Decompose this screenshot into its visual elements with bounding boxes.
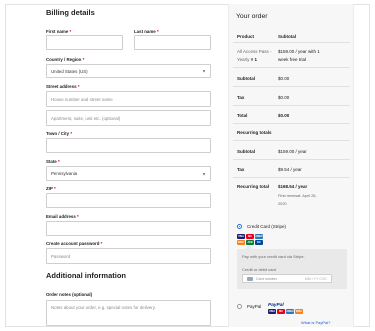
recurring-subtotal-value: $159.00 / year: [278, 149, 307, 154]
street-placeholder: House number and street name: [51, 96, 113, 102]
email-label: Email address *: [46, 214, 79, 219]
paypal-card-visa-icon: VISA: [268, 309, 276, 314]
subtotal-column-header: Subtotal: [278, 34, 296, 39]
recurring-tax-value: $9.54 / year: [278, 167, 302, 172]
card-number-placeholder: Card number: [256, 276, 277, 281]
paypal-card-disc-icon: DISC: [295, 309, 303, 314]
state-select[interactable]: Pennsylvania ▼: [46, 166, 211, 181]
last-name-label: Last name *: [134, 29, 159, 34]
divider: [233, 123, 350, 124]
city-field[interactable]: [46, 138, 211, 153]
recurring-total-value: $168.54 / year: [278, 184, 308, 189]
divider: [233, 67, 350, 68]
item-name: Yearly × 1: [237, 57, 257, 62]
order-notes-label: Order notes (optional): [46, 292, 93, 297]
paypal-label[interactable]: PayPal: [247, 304, 261, 309]
card-brand-disc-icon: DISC: [237, 240, 245, 245]
divider: [233, 140, 350, 141]
zip-field[interactable]: [46, 193, 211, 208]
what-is-paypal-link[interactable]: What is PayPal?: [301, 320, 330, 325]
divider: [233, 86, 350, 87]
divider: [233, 177, 350, 178]
city-label: Town / City *: [46, 131, 73, 136]
total-label: Total: [237, 113, 248, 118]
order-heading: Your order: [236, 13, 268, 20]
divider: [233, 105, 350, 106]
paypal-card-amex-icon: AMEX: [286, 309, 294, 314]
additional-info-heading: Additional information: [46, 271, 126, 280]
state-label: State *: [46, 159, 60, 164]
paypal-card-mc-icon: MC: [277, 309, 285, 314]
recurring-subtotal-label: Subtotal: [237, 149, 255, 154]
card-brand-amex-icon: AMEX: [255, 234, 263, 239]
country-label: Country / Region *: [46, 57, 85, 62]
item-name-line1: All Access Pass -: [237, 49, 272, 54]
first-renewal-line1: First renewal: April 26,: [278, 193, 317, 198]
item-price-line1: $159.00 / year with 1: [278, 49, 320, 54]
first-name-label: First name *: [46, 29, 72, 34]
tax-value: $0.00: [278, 95, 290, 100]
card-expiry-cvc-placeholder: MM / YY CVC: [304, 276, 327, 281]
street-address-2-field[interactable]: Apartment, suite, unit etc. (optional): [46, 110, 211, 126]
paypal-card-logos: VISA MC AMEX DISC: [268, 309, 314, 315]
tax-label: Tax: [237, 95, 245, 100]
street2-placeholder: Apartment, suite, unit etc. (optional): [51, 115, 121, 121]
item-price-line2: week free trial: [278, 57, 307, 62]
recurring-totals-heading: Recurring totals: [237, 130, 272, 135]
stripe-label[interactable]: Credit Card (Stripe): [247, 224, 286, 229]
password-placeholder: Password: [51, 253, 71, 259]
card-brand-mc-icon: MC: [246, 234, 254, 239]
divider: [233, 42, 350, 43]
recurring-tax-label: Tax: [237, 167, 245, 172]
first-renewal-line2: 2020: [278, 201, 287, 206]
password-field[interactable]: Password: [46, 248, 211, 264]
divider: [233, 159, 350, 160]
email-field[interactable]: [46, 221, 211, 236]
street-label: Street address *: [46, 84, 80, 89]
recurring-total-label: Recurring total: [237, 184, 270, 189]
stripe-radio[interactable]: [237, 224, 242, 229]
order-notes-placeholder: Notes about your order, e.g. special not…: [51, 305, 156, 310]
first-name-field[interactable]: [46, 35, 123, 50]
card-brand-dc-icon: DC: [255, 240, 263, 245]
country-select[interactable]: United States (US) ▼: [46, 64, 211, 78]
last-name-field[interactable]: [134, 35, 211, 50]
stripe-description: Pay with your credit card via Stripe.: [242, 254, 305, 259]
order-notes-field[interactable]: Notes about your order, e.g. special not…: [46, 300, 211, 326]
password-label: Create account password *: [46, 241, 103, 246]
state-value: Pennsylvania: [51, 171, 78, 176]
billing-heading: Billing details: [46, 8, 95, 17]
card-number-field[interactable]: Card number MM / YY CVC: [242, 274, 332, 283]
subtotal-label: Subtotal: [237, 76, 255, 81]
product-column-header: Product: [237, 34, 255, 39]
total-value: $0.00: [278, 113, 290, 118]
chevron-down-icon: ▼: [202, 171, 206, 176]
card-label: Credit or debit card: [242, 267, 277, 272]
chevron-down-icon: ▼: [202, 68, 206, 74]
street-address-field[interactable]: House number and street name: [46, 91, 211, 107]
zip-label: ZIP *: [46, 186, 56, 191]
card-brand-visa-icon: VISA: [237, 234, 245, 239]
subtotal-value: $0.00: [278, 76, 290, 81]
paypal-logo: PayPal: [268, 303, 284, 308]
country-value: United States (US): [51, 68, 88, 74]
credit-card-icon: [247, 276, 253, 281]
paypal-radio[interactable]: [237, 304, 242, 309]
